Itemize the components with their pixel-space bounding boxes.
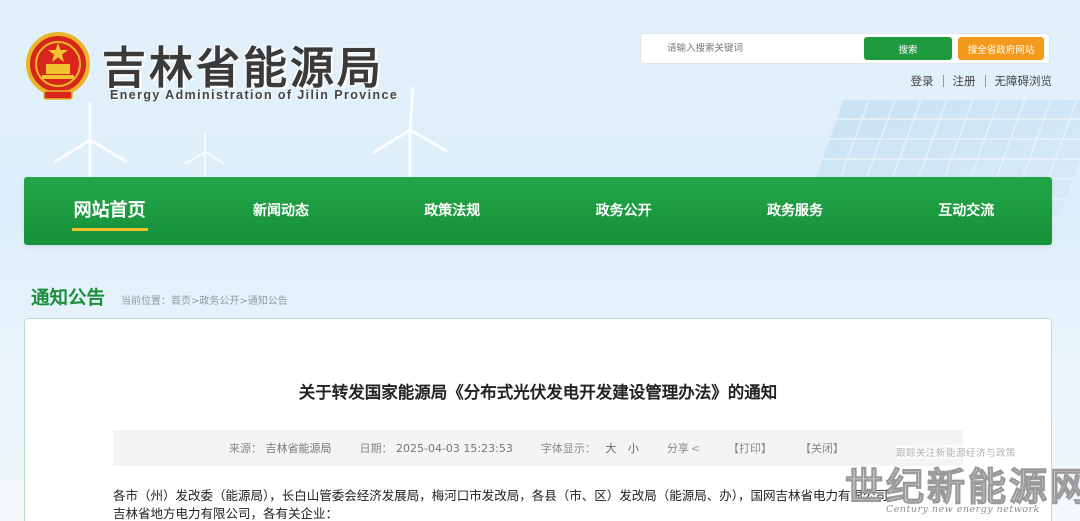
nav-item-gov-affairs[interactable]: 政务公开 — [538, 177, 709, 245]
watermark-logo-text: 世纪新能源网 — [844, 463, 1080, 509]
font-size-meta: 字体显示： 大 小 — [541, 440, 639, 456]
wind-turbine-icon — [184, 132, 226, 180]
divider — [942, 75, 944, 87]
main-nav: 网站首页 新闻动态 政策法规 政务公开 政务服务 互动交流 — [24, 177, 1052, 245]
national-emblem-icon — [26, 32, 90, 100]
breadcrumb: 当前位置：首页>政务公开>通知公告 — [121, 296, 288, 307]
search-button[interactable]: 搜索 — [864, 37, 952, 60]
article-title: 关于转发国家能源局《分布式光伏发电开发建设管理办法》的通知 — [298, 383, 778, 402]
watermark-english-text: Century new energy network — [886, 504, 1040, 515]
font-large-link[interactable]: 大 — [605, 442, 616, 455]
section-title: 通知公告 — [31, 288, 106, 309]
nav-item-gov-services[interactable]: 政务服务 — [709, 177, 880, 245]
source-meta: 来源： 吉林省能源局 — [229, 440, 332, 456]
close-link[interactable]: 【关闭】 — [800, 440, 844, 456]
share-icon: < — [690, 442, 701, 455]
nav-item-policies[interactable]: 政策法规 — [367, 177, 538, 245]
accessibility-link[interactable]: 无障碍浏览 — [995, 73, 1053, 89]
source-label: 来源： — [229, 442, 262, 455]
login-link[interactable]: 登录 — [911, 73, 934, 89]
print-link[interactable]: 【打印】 — [728, 440, 772, 456]
site-title: 吉林省能源局 — [102, 43, 384, 94]
share-button[interactable]: 分享 < — [667, 440, 700, 456]
font-small-link[interactable]: 小 — [628, 442, 639, 455]
register-link[interactable]: 注册 — [953, 73, 976, 89]
divider — [984, 75, 986, 87]
nav-item-news[interactable]: 新闻动态 — [195, 177, 366, 245]
date-label: 日期： — [359, 442, 393, 455]
date-value: 2025-04-03 15:23:53 — [396, 442, 513, 455]
top-links: 登录 注册 无障碍浏览 — [911, 73, 1053, 89]
search-box: 搜索 搜全省政府网站 — [640, 33, 1050, 64]
nav-item-home[interactable]: 网站首页 — [24, 177, 195, 245]
search-all-gov-sites-button[interactable]: 搜全省政府网站 — [958, 37, 1044, 60]
site-subtitle: Energy Administration of Jilin Province — [110, 88, 399, 102]
search-input[interactable] — [653, 43, 864, 54]
source-value: 吉林省能源局 — [265, 442, 332, 455]
share-label: 分享 — [666, 442, 689, 455]
nav-item-interaction[interactable]: 互动交流 — [881, 177, 1052, 245]
date-meta: 日期： 2025-04-03 15:23:53 — [360, 440, 513, 456]
font-size-label: 字体显示： — [540, 442, 596, 455]
article-meta-bar: 来源： 吉林省能源局 日期： 2025-04-03 15:23:53 字体显示：… — [113, 430, 963, 466]
